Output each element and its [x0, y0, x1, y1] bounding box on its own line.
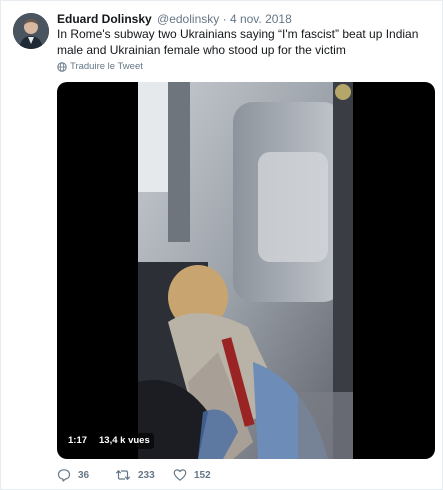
translate-tweet-link[interactable]: Traduire le Tweet	[57, 61, 143, 72]
video-still-image	[138, 82, 353, 459]
tweet-text: In Rome's subway two Ukrainians saying “…	[57, 27, 419, 57]
avatar-image	[13, 13, 49, 49]
video-duration: 1:17	[64, 433, 92, 449]
avatar[interactable]	[13, 13, 49, 49]
retweet-icon	[115, 468, 131, 482]
retweet-button[interactable]: 233	[115, 468, 173, 482]
reply-count: 36	[78, 469, 90, 481]
like-button[interactable]: 152	[173, 468, 231, 482]
like-count: 152	[194, 469, 211, 481]
video-views: 13,4 k vues	[95, 433, 154, 449]
reply-icon	[57, 468, 71, 482]
tweet-date[interactable]: 4 nov. 2018	[230, 12, 292, 26]
separator: ·	[222, 12, 227, 26]
author-name[interactable]: Eduard Dolinsky	[57, 12, 152, 26]
video-player[interactable]: 1:17 13,4 k vues	[57, 82, 435, 459]
heart-icon	[173, 468, 187, 482]
tweet-actions: 36 233 152	[57, 468, 231, 482]
video-overlay: 1:17 13,4 k vues	[64, 433, 154, 449]
retweet-count: 233	[138, 469, 155, 481]
translate-label: Traduire le Tweet	[70, 61, 143, 72]
globe-icon	[57, 61, 67, 72]
author-handle[interactable]: @edolinsky	[157, 12, 219, 26]
tweet-card[interactable]: Eduard Dolinsky @edolinsky · 4 nov. 2018…	[0, 0, 443, 490]
tweet-header: Eduard Dolinsky @edolinsky · 4 nov. 2018	[57, 11, 292, 27]
video-frame	[138, 82, 353, 459]
reply-button[interactable]: 36	[57, 468, 115, 482]
